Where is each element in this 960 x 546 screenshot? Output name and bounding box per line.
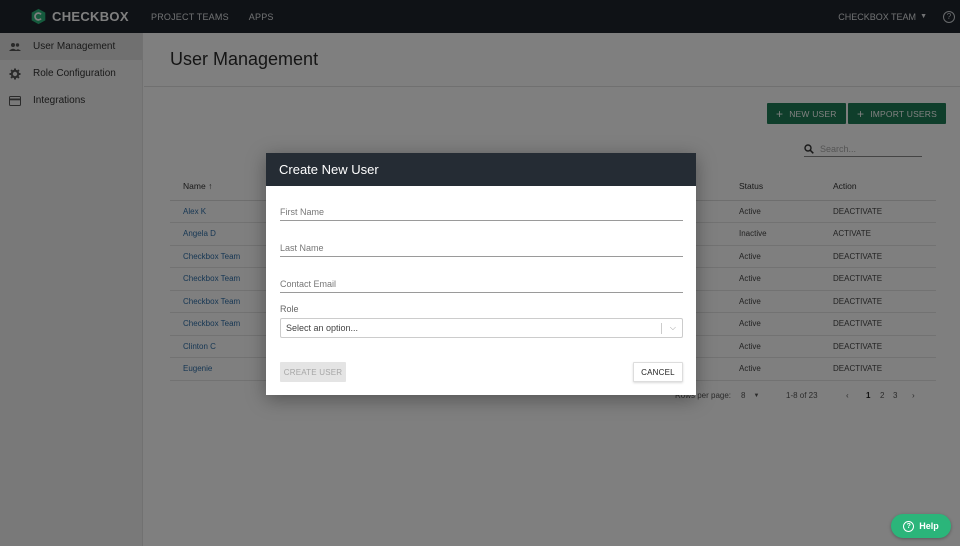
create-user-button[interactable]: CREATE USER	[280, 362, 346, 382]
create-user-dialog: Create New User First Name Last Name Con…	[266, 153, 696, 395]
question-icon: ?	[903, 520, 915, 532]
first-name-field[interactable]: First Name	[280, 207, 683, 221]
last-name-field[interactable]: Last Name	[280, 243, 683, 257]
role-label: Role	[280, 304, 299, 314]
select-separator	[661, 323, 662, 334]
chevron-down-icon: ⌵	[669, 323, 676, 332]
help-label: Help	[919, 521, 939, 531]
help-button[interactable]: ? Help	[891, 514, 951, 538]
cancel-button[interactable]: CANCEL	[633, 362, 683, 382]
dialog-header: Create New User	[266, 153, 696, 186]
contact-email-field[interactable]: Contact Email	[280, 279, 683, 293]
role-select-placeholder: Select an option...	[286, 323, 359, 333]
role-select[interactable]: Select an option... ⌵	[280, 318, 683, 338]
dialog-title: Create New User	[279, 162, 379, 177]
